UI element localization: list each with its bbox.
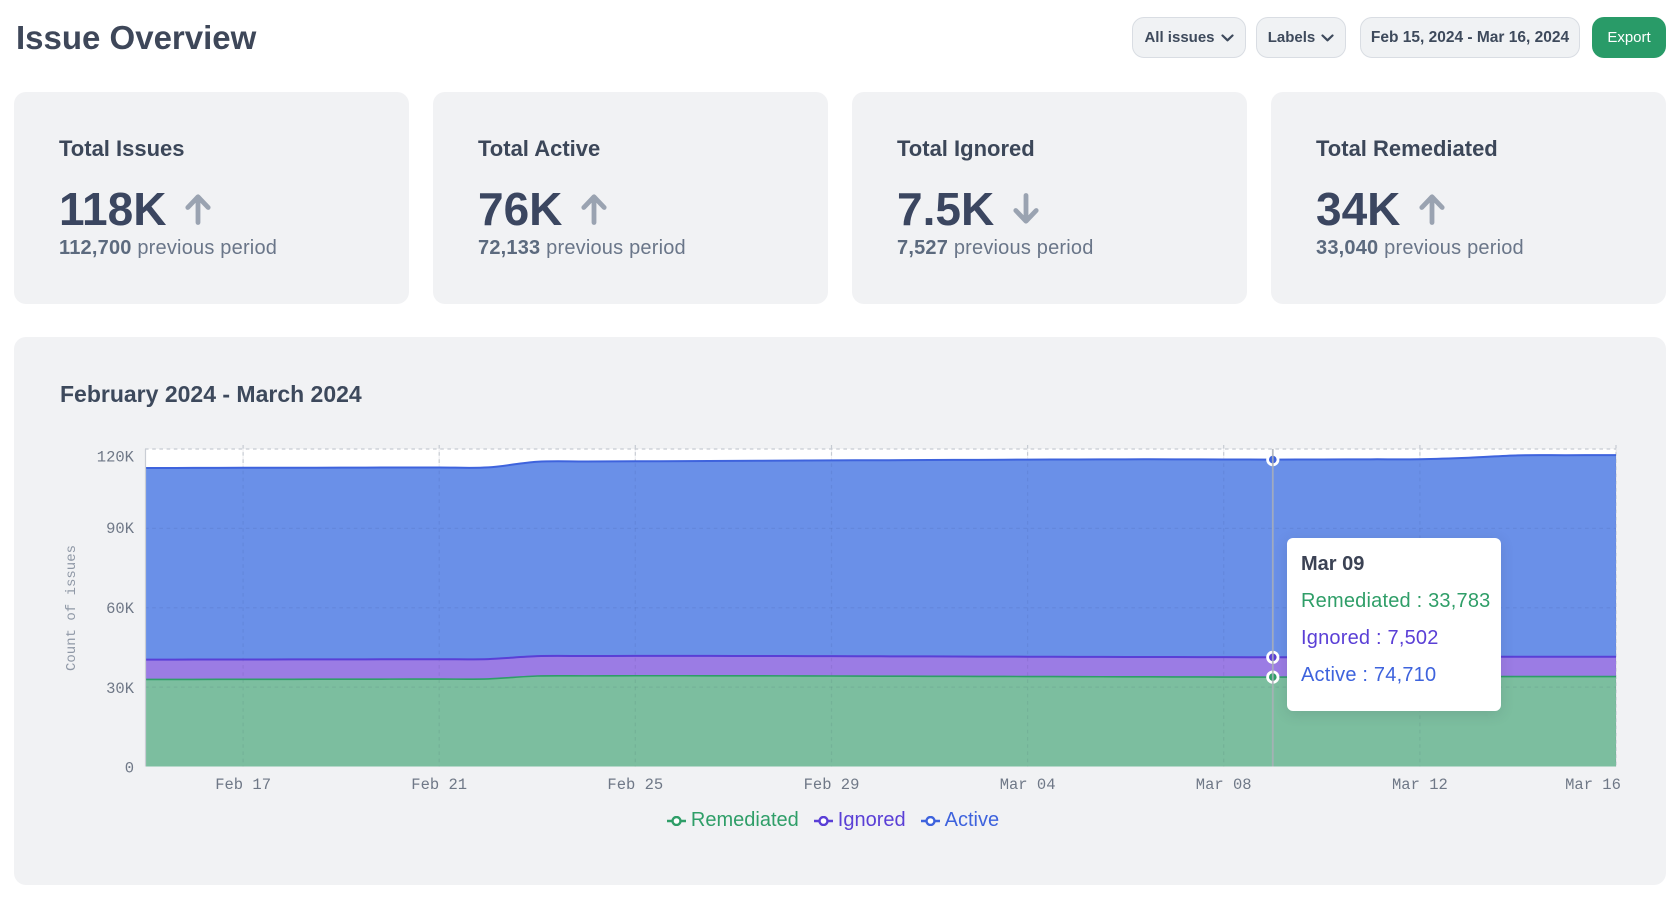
svg-text:Mar 16: Mar 16 xyxy=(1565,776,1621,794)
svg-text:Feb 21: Feb 21 xyxy=(411,776,467,794)
svg-text:Mar 12: Mar 12 xyxy=(1392,776,1448,794)
svg-text:Feb 25: Feb 25 xyxy=(607,776,663,794)
svg-text:Mar 08: Mar 08 xyxy=(1196,776,1252,794)
svg-text:Count of issues: Count of issues xyxy=(64,545,80,671)
svg-text:Feb 29: Feb 29 xyxy=(804,776,860,794)
svg-text:0: 0 xyxy=(125,759,134,777)
svg-text:120K: 120K xyxy=(97,449,135,467)
svg-text:90K: 90K xyxy=(106,520,135,538)
svg-text:60K: 60K xyxy=(106,600,135,618)
svg-text:Feb 17: Feb 17 xyxy=(215,776,271,794)
svg-text:30K: 30K xyxy=(106,680,135,698)
svg-text:Mar 04: Mar 04 xyxy=(1000,776,1056,794)
